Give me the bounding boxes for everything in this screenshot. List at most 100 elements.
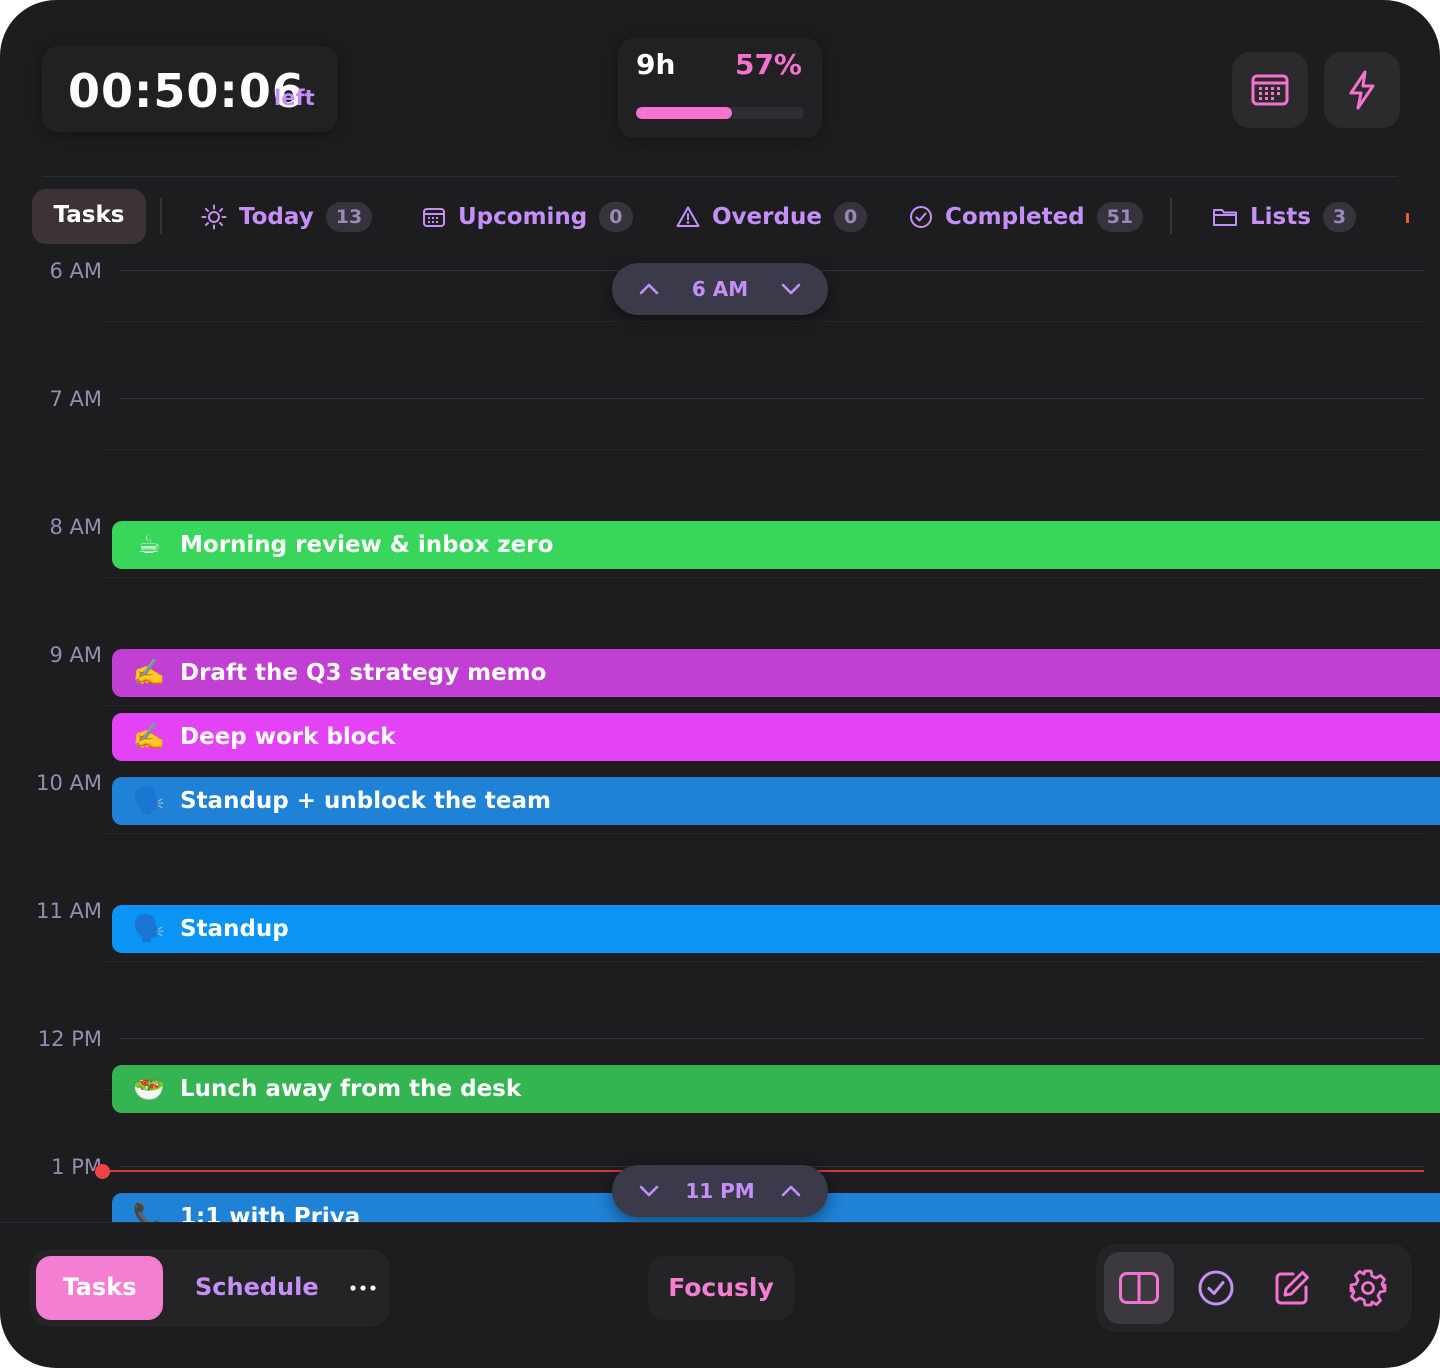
pill-time-label: 6 AM bbox=[691, 277, 749, 301]
event-title: Standup + unblock the team bbox=[180, 788, 551, 814]
half-hour-line bbox=[104, 705, 1424, 706]
bottom-divider bbox=[0, 1222, 1440, 1223]
schedule-view-button[interactable]: Schedule bbox=[195, 1273, 319, 1301]
hour-label: 6 AM bbox=[49, 259, 102, 283]
tab-completed-count: 51 bbox=[1096, 202, 1144, 232]
timer-value: 00:50:06 bbox=[68, 64, 305, 118]
tab-upcoming[interactable]: Upcoming 0 bbox=[422, 197, 633, 237]
event-title: Lunch away from the desk bbox=[180, 1076, 522, 1102]
brand-name: Focusly bbox=[668, 1273, 774, 1302]
jump-to-time-pill-top[interactable]: 6 AM bbox=[612, 263, 828, 315]
half-hour-line bbox=[104, 961, 1424, 962]
view-switcher: Tasks Schedule bbox=[30, 1249, 390, 1327]
tab-overdue[interactable]: Overdue 0 bbox=[676, 197, 868, 237]
coffee-icon: ☕ bbox=[137, 530, 161, 560]
new-task-button[interactable] bbox=[1257, 1252, 1327, 1324]
chevron-down-icon[interactable] bbox=[638, 1184, 660, 1198]
edit-icon bbox=[1275, 1271, 1309, 1305]
event-block[interactable]: 🥗 Lunch away from the desk bbox=[112, 1065, 1440, 1113]
chevron-up-icon[interactable] bbox=[638, 282, 660, 296]
tab-completed[interactable]: Completed 51 bbox=[909, 197, 1144, 237]
speaking-head-icon: 🗣️ bbox=[132, 914, 166, 944]
header-divider bbox=[42, 176, 1398, 177]
hour-line bbox=[120, 398, 1424, 399]
tab-lists-label: Lists bbox=[1250, 204, 1311, 230]
hour-label: 7 AM bbox=[49, 387, 102, 411]
settings-button[interactable] bbox=[1333, 1252, 1403, 1324]
tasks-view-label: Tasks bbox=[62, 1273, 137, 1301]
schedule-timeline[interactable]: 6 AM 7 AM 8 AM 9 AM 10 AM 11 AM 12 PM 1 … bbox=[0, 252, 1440, 1223]
hour-label: 12 PM bbox=[37, 1027, 102, 1051]
hour-label: 9 AM bbox=[49, 643, 102, 667]
tab-overdue-count: 0 bbox=[833, 202, 868, 232]
progress-hours: 9h bbox=[636, 48, 676, 81]
tab-lists[interactable]: Lists 3 bbox=[1212, 197, 1357, 237]
half-hour-line bbox=[104, 833, 1424, 834]
tab-completed-label: Completed bbox=[945, 204, 1085, 230]
progress-track bbox=[636, 107, 804, 119]
completed-button[interactable] bbox=[1181, 1252, 1251, 1324]
timer-card: 00:50:06 left bbox=[42, 46, 338, 132]
tab-separator bbox=[160, 198, 162, 234]
day-progress-card: 9h 57% bbox=[618, 38, 822, 138]
event-block[interactable]: 🗣️ Standup bbox=[112, 905, 1440, 953]
writing-hand-icon: ✍️ bbox=[132, 722, 166, 752]
check-circle-icon bbox=[910, 206, 932, 228]
half-hour-line bbox=[104, 449, 1424, 450]
tab-separator bbox=[1170, 198, 1172, 234]
split-view-button[interactable] bbox=[1104, 1252, 1174, 1324]
progress-percent: 57% bbox=[734, 48, 802, 81]
event-block[interactable]: ✍️ Deep work block bbox=[112, 713, 1440, 761]
brand-button[interactable]: Focusly bbox=[648, 1256, 794, 1320]
hour-label: 11 AM bbox=[36, 899, 102, 923]
event-title: Standup bbox=[180, 916, 289, 942]
tab-upcoming-count: 0 bbox=[599, 202, 633, 232]
event-block[interactable]: ☕ Morning review & inbox zero bbox=[112, 521, 1440, 569]
app-window: 00:50:06 left 9h 57% Tasks Today 13 Upco… bbox=[0, 0, 1440, 1368]
calendar-icon bbox=[423, 208, 445, 227]
calendar-button[interactable] bbox=[1232, 52, 1308, 128]
event-title: Draft the Q3 strategy memo bbox=[180, 660, 547, 686]
tab-tasks-label: Tasks bbox=[53, 202, 125, 228]
event-title: 1:1 with Priya bbox=[180, 1204, 361, 1223]
chevron-down-icon[interactable] bbox=[780, 282, 802, 296]
tab-upcoming-label: Upcoming bbox=[458, 204, 588, 230]
event-block[interactable]: ✍️ Draft the Q3 strategy memo bbox=[112, 649, 1440, 697]
sun-icon bbox=[201, 204, 227, 230]
tasks-view-button[interactable]: Tasks bbox=[36, 1256, 163, 1320]
hour-line bbox=[120, 1038, 1424, 1039]
event-title: Deep work block bbox=[180, 724, 396, 750]
event-title: Morning review & inbox zero bbox=[180, 532, 554, 558]
tab-lists-count: 3 bbox=[1322, 202, 1357, 232]
quick-action-button[interactable] bbox=[1324, 52, 1400, 128]
more-options-icon[interactable] bbox=[350, 1285, 376, 1291]
tab-today-label: Today bbox=[239, 204, 314, 230]
salad-icon: 🥗 bbox=[132, 1074, 166, 1104]
pill-time-label: 11 PM bbox=[685, 1179, 755, 1203]
check-circle-icon bbox=[1198, 1270, 1234, 1306]
settings-gear-icon bbox=[1349, 1269, 1387, 1307]
speaking-head-icon: 🗣️ bbox=[132, 786, 166, 816]
hour-label: 8 AM bbox=[49, 515, 102, 539]
phone-icon: 📞 bbox=[132, 1202, 166, 1223]
chevron-up-icon[interactable] bbox=[780, 1184, 802, 1198]
lightning-bolt-icon bbox=[1349, 70, 1375, 110]
tab-tasks[interactable]: Tasks bbox=[32, 189, 146, 244]
current-time-dot bbox=[95, 1164, 110, 1179]
progress-fill bbox=[636, 107, 732, 119]
split-view-icon bbox=[1119, 1272, 1159, 1304]
half-hour-line bbox=[104, 577, 1424, 578]
folder-icon bbox=[1213, 209, 1237, 226]
calendar-grid-icon bbox=[1251, 74, 1289, 106]
bottom-icon-toolbar bbox=[1096, 1244, 1412, 1332]
warning-triangle-icon bbox=[676, 206, 700, 227]
event-block[interactable]: 🗣️ Standup + unblock the team bbox=[112, 777, 1440, 825]
writing-hand-icon: ✍️ bbox=[132, 658, 166, 688]
hour-label: 1 PM bbox=[51, 1155, 102, 1179]
half-hour-line bbox=[104, 321, 1424, 322]
jump-to-time-pill-bottom[interactable]: 11 PM bbox=[612, 1165, 828, 1217]
timer-suffix: left bbox=[274, 86, 315, 110]
tab-today[interactable]: Today 13 bbox=[201, 197, 373, 237]
tab-overflow-indicator bbox=[1406, 213, 1409, 223]
tab-overdue-label: Overdue bbox=[712, 204, 822, 230]
